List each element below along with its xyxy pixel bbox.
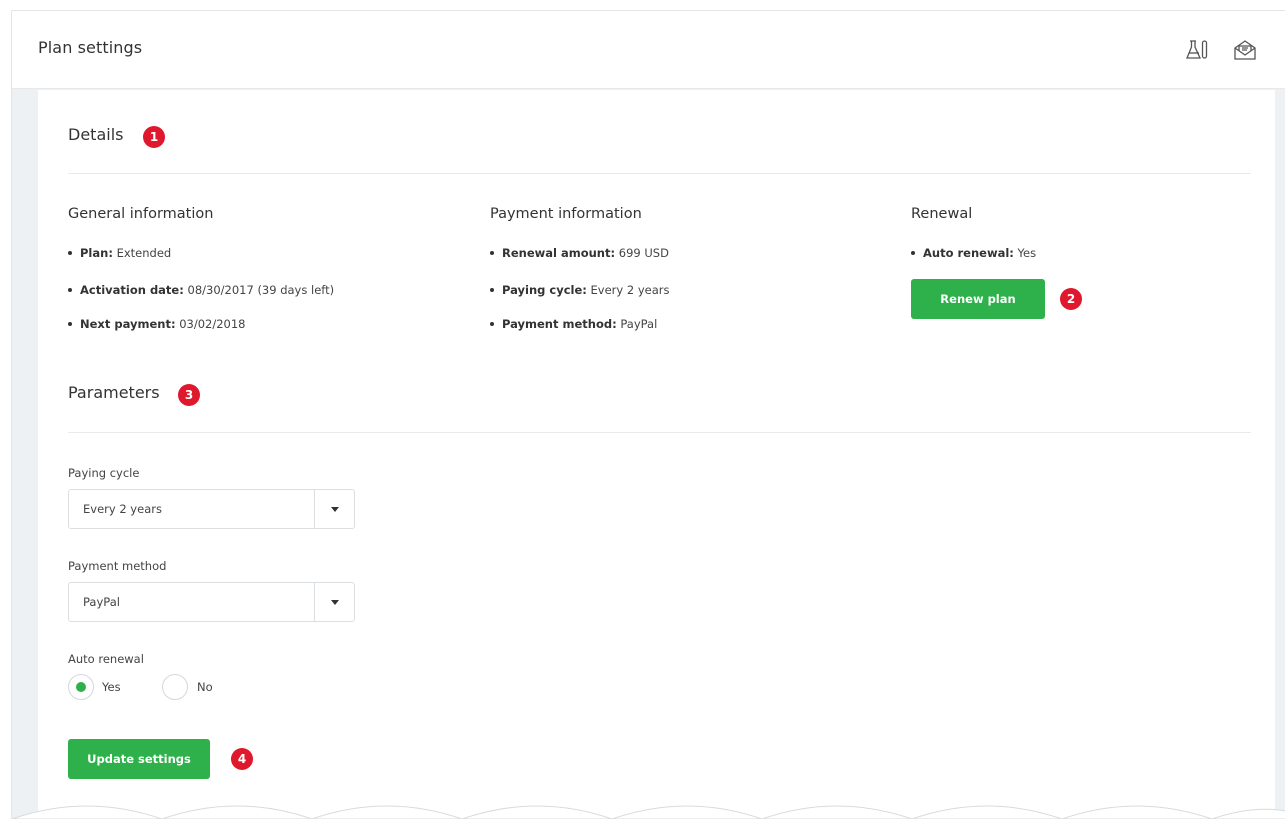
auto-renewal-yes-label[interactable]: Yes xyxy=(102,680,121,694)
marker-badge: 1 xyxy=(143,126,165,148)
payment-method-value: PayPal xyxy=(83,595,120,609)
list-item: Paying cycle: Every 2 years xyxy=(490,283,669,297)
divider xyxy=(68,173,1251,174)
list-item: Renewal amount: 699 USD xyxy=(490,246,669,260)
lab-flask-icon[interactable] xyxy=(1184,37,1210,63)
payment-method-label: Payment method xyxy=(68,559,167,573)
divider xyxy=(68,432,1251,433)
marker-badge: 4 xyxy=(231,748,253,770)
top-bar: Plan settings xyxy=(12,11,1285,89)
renew-plan-button[interactable]: Renew plan xyxy=(911,279,1045,319)
details-title: Details xyxy=(68,125,124,144)
list-item: Next payment: 03/02/2018 xyxy=(68,317,246,331)
settings-panel: Details 1 General information Plan: Exte… xyxy=(38,90,1275,819)
update-settings-button[interactable]: Update settings xyxy=(68,739,210,779)
marker-badge: 3 xyxy=(178,384,200,406)
app-frame: Plan settings Details 1 General informat… xyxy=(11,10,1285,819)
paying-cycle-label: Paying cycle xyxy=(68,466,140,480)
general-info-title: General information xyxy=(68,206,214,222)
auto-renewal-no-radio[interactable] xyxy=(162,674,188,700)
auto-renewal-no-label[interactable]: No xyxy=(197,680,213,694)
parameters-title: Parameters xyxy=(68,383,160,402)
payment-info-title: Payment information xyxy=(490,206,642,222)
renewal-title: Renewal xyxy=(911,206,973,222)
decorative-wave xyxy=(12,805,1285,819)
mail-icon[interactable] xyxy=(1232,37,1258,63)
list-item: Auto renewal: Yes xyxy=(911,246,1036,260)
paying-cycle-value: Every 2 years xyxy=(83,502,162,516)
page-title: Plan settings xyxy=(38,38,143,57)
list-item: Payment method: PayPal xyxy=(490,317,657,331)
marker-badge: 2 xyxy=(1060,288,1082,310)
paying-cycle-select[interactable]: Every 2 years xyxy=(68,489,355,529)
chevron-down-icon[interactable] xyxy=(314,490,354,528)
auto-renewal-label: Auto renewal xyxy=(68,652,144,666)
auto-renewal-yes-radio[interactable] xyxy=(68,674,94,700)
list-item: Plan: Extended xyxy=(68,246,171,260)
list-item: Activation date: 08/30/2017 (39 days lef… xyxy=(68,283,334,297)
chevron-down-icon[interactable] xyxy=(314,583,354,621)
payment-method-select[interactable]: PayPal xyxy=(68,582,355,622)
